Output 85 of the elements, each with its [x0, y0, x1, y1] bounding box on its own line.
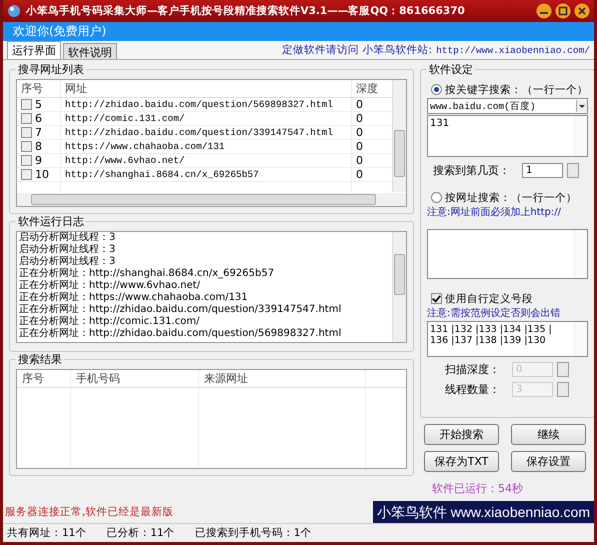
server-status: 服务器连接正常,软件已经是最新版 — [4, 505, 174, 519]
log-line: 启动分析网址线程：3 — [19, 256, 116, 268]
radio-label: 按网址搜索：（一行一个） — [445, 190, 577, 204]
column-header[interactable]: 序号 — [17, 80, 61, 97]
row-checkbox[interactable] — [21, 113, 32, 124]
close-icon[interactable] — [574, 3, 590, 19]
table-cell-text: 0 — [355, 98, 364, 111]
vertical-scrollbar[interactable] — [392, 80, 406, 192]
log-line: 正在分析网址：http://zhidao.baidu.com/question/339147547.html — [19, 304, 342, 316]
row-checkbox[interactable] — [21, 127, 32, 138]
table-cell: http://www.6vhao.net/ — [61, 154, 352, 167]
table-cell: https://www.chahaoba.com/131 — [61, 140, 352, 153]
site-label: 定做软件请访问 小笨鸟软件站: — [282, 43, 432, 57]
table-cell-text: 0 — [355, 126, 364, 139]
action-button[interactable]: 开始搜索 — [424, 424, 499, 445]
action-button[interactable]: 保存为TXT — [424, 451, 499, 472]
maximize-icon[interactable] — [555, 3, 571, 19]
engine-dropdown[interactable]: www.baidu.com(百度) — [427, 98, 588, 114]
table-cell: 5 — [35, 98, 42, 111]
radio-label: 按关键字搜索：（一行一个） — [445, 82, 588, 96]
group-title: 软件设定 — [428, 62, 474, 77]
table-cell: 7 — [35, 126, 42, 139]
action-button[interactable]: 继续 — [511, 424, 586, 445]
log-line: 启动分析网址线程：3 — [19, 244, 116, 256]
table-cell: 9 — [35, 154, 42, 167]
table-cell: 10 — [35, 168, 49, 181]
field-label: 线程数量： — [445, 382, 500, 397]
table-cell: 8 — [35, 140, 42, 153]
keyword-field[interactable]: 131 — [427, 115, 588, 157]
table-cell-text: 0 — [355, 112, 364, 125]
radio-button[interactable] — [431, 192, 442, 203]
column-header[interactable]: 手机号码 — [71, 370, 199, 387]
log-line: 正在分析网址：http://www.6vhao.net/ — [19, 280, 202, 292]
log-line: 正在分析网址：https://www.chahaoba.com/131 — [19, 292, 249, 304]
vertical-scrollbar[interactable] — [392, 232, 406, 342]
row-checkbox[interactable] — [21, 155, 32, 166]
log-line: 正在分析网址：http://shanghai.8684.cn/x_69265b57 — [19, 268, 276, 280]
site-banner: 小笨鸟软件 www.xiaobenniao.com — [372, 501, 594, 523]
caret-icon — [576, 100, 587, 112]
spin-button[interactable] — [557, 362, 569, 377]
log-line: 正在分析网址：http://zhidao.baidu.com/question/569898327.html — [19, 328, 342, 340]
welcome-banner: 欢迎你(免费用户) — [3, 22, 594, 41]
group-title: 搜索结果 — [17, 352, 63, 367]
group-title: 软件运行日志 — [17, 214, 85, 229]
note-text: 注意:需按范例设定否则会出错 — [427, 306, 562, 320]
column-header[interactable]: 网址 — [61, 80, 352, 97]
field-label: 扫描深度： — [445, 362, 500, 377]
runtime-text: 软件已运行：54秒 — [432, 481, 524, 496]
field-label: 搜索到第几页： — [433, 163, 510, 178]
window-title: 小笨鸟手机号码采集大师—客户手机按号段精准搜索软件V3.1——客服QQ：861666370 — [26, 4, 465, 18]
row-checkbox[interactable] — [21, 169, 32, 180]
radio-button[interactable] — [431, 84, 442, 95]
spin-button[interactable] — [557, 382, 569, 397]
table-cell-text: 0 — [355, 140, 364, 153]
tab[interactable]: 运行界面 — [7, 41, 61, 59]
column-header[interactable]: 深度 — [352, 80, 392, 97]
page-field[interactable]: 1 — [522, 163, 563, 178]
table-cell-text: 0 — [355, 168, 364, 181]
checkbox-label: 使用自行定义号段 — [445, 292, 533, 306]
status-text: 已分析：11个 — [106, 526, 175, 540]
segment-field[interactable]: 131 |132 |133 |134 |135 | 136 |137 |138 |139 |130 — [427, 321, 588, 357]
row-checkbox[interactable] — [21, 141, 32, 152]
note-text: 注意:网址前面必须加上http:// — [427, 206, 562, 219]
minimize-icon[interactable] — [536, 3, 552, 19]
group-title: 搜寻网址列表 — [17, 62, 85, 77]
url-field[interactable] — [427, 229, 588, 279]
site-link[interactable]: http://www.xiaobenniao.com/ — [436, 44, 590, 56]
spin-button[interactable] — [567, 163, 579, 178]
action-button[interactable]: 保存设置 — [511, 451, 586, 472]
row-checkbox[interactable] — [21, 99, 32, 110]
table-cell: 6 — [35, 112, 42, 125]
horizontal-scrollbar[interactable] — [17, 193, 406, 206]
log-line: 正在分析网址：http://comic.131.com/ — [19, 316, 200, 328]
tab[interactable]: 软件说明 — [63, 43, 117, 59]
status-text: 共有网址：11个 — [7, 526, 86, 540]
table-cell: http://zhidao.baidu.com/question/339147547.html — [61, 126, 352, 139]
checkbox[interactable] — [431, 293, 442, 304]
table-cell: http://shanghai.8684.cn/x_69265b57 — [61, 168, 352, 181]
table-cell-text: 0 — [355, 154, 364, 167]
table-cell: http://zhidao.baidu.com/question/569898327.html — [61, 98, 352, 111]
column-header[interactable]: 序号 — [17, 370, 71, 387]
table-cell: http://comic.131.com/ — [61, 112, 352, 125]
status-text: 已搜索到手机号码：1个 — [194, 526, 312, 540]
bird-icon — [7, 4, 21, 18]
column-header[interactable]: 来源网址 — [199, 370, 366, 387]
